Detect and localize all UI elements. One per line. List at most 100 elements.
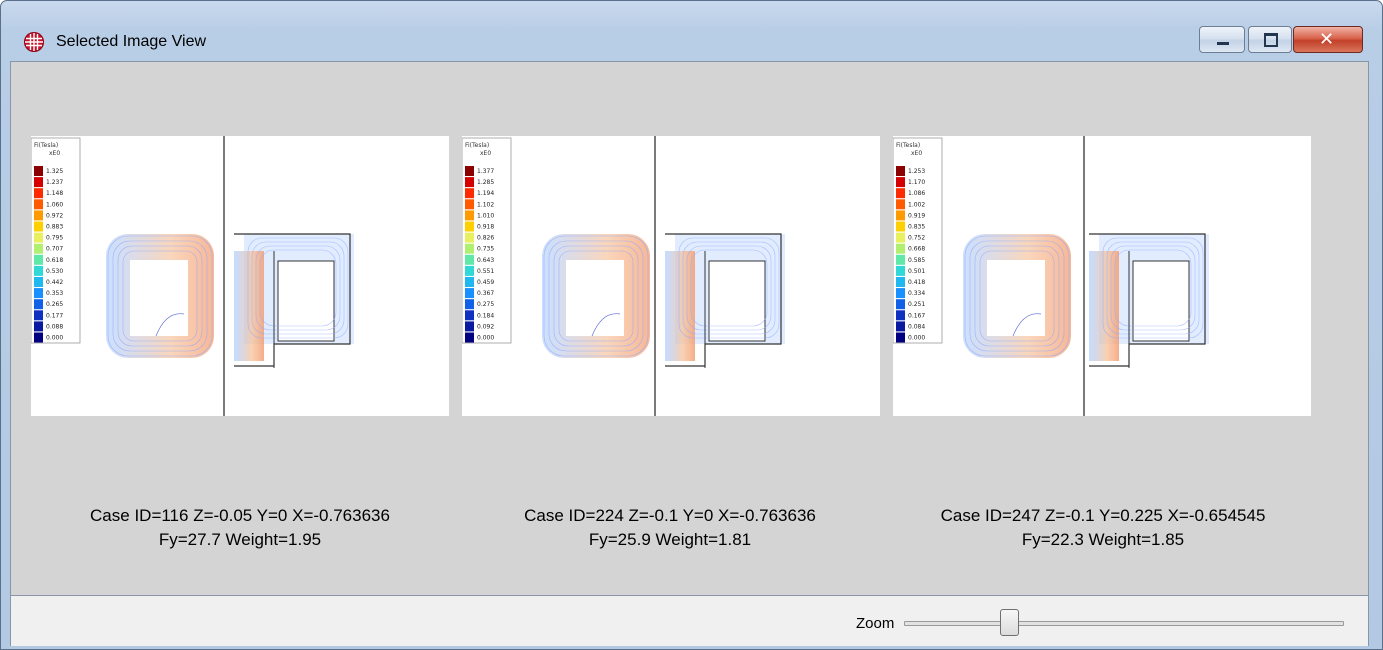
- legend-swatch: [34, 166, 43, 176]
- legend-value: 0.918: [477, 224, 494, 231]
- field-plot-left-core: [542, 234, 650, 358]
- field-plot-left-core: [963, 234, 1071, 358]
- caption-line-1: Case ID=224 Z=-0.1 Y=0 X=-0.763636: [524, 506, 816, 525]
- legend-value: 0.367: [477, 290, 494, 297]
- legend-value: 1.086: [908, 190, 925, 197]
- legend-swatch: [896, 332, 905, 343]
- legend-swatch: [465, 299, 474, 310]
- legend-swatch: [896, 177, 905, 188]
- legend-swatch: [34, 188, 43, 199]
- legend-value: 1.285: [477, 179, 494, 186]
- field-plot-left-core: [106, 234, 214, 358]
- legend-swatch: [896, 232, 905, 243]
- field-plot-right-core: [1089, 233, 1209, 368]
- legend-value: 0.177: [46, 312, 63, 319]
- result-caption-3: Case ID=247 Z=-0.1 Y=0.225 X=-0.654545 F…: [888, 504, 1318, 552]
- legend-swatch: [896, 221, 905, 232]
- legend-value: 0.835: [908, 224, 925, 231]
- legend-title: Fi(Tesla): [34, 142, 58, 149]
- legend-swatch: [896, 166, 905, 176]
- result-image-1[interactable]: Fi(Tesla) xE0 1.325 1.237 1.148 1.060 0.972 0.8…: [31, 136, 449, 416]
- legend-swatch: [34, 254, 43, 265]
- legend-scale: xE0: [480, 150, 491, 157]
- legend-swatch: [34, 232, 43, 243]
- legend-value: 0.618: [46, 257, 63, 264]
- zoom-label: Zoom: [856, 615, 895, 632]
- legend-value: 0.735: [477, 246, 494, 253]
- caption-line-1: Case ID=116 Z=-0.05 Y=0 X=-0.763636: [90, 506, 390, 525]
- legend-title: Fi(Tesla): [896, 142, 920, 149]
- legend-swatch: [465, 288, 474, 299]
- field-plot-right-core: [665, 233, 785, 368]
- legend-swatch: [34, 199, 43, 210]
- legend-value: 0.585: [908, 257, 925, 264]
- legend-value: 0.167: [908, 312, 925, 319]
- legend-value: 1.010: [477, 212, 494, 219]
- caption-line-1: Case ID=247 Z=-0.1 Y=0.225 X=-0.654545: [940, 506, 1266, 525]
- legend-value: 0.752: [908, 235, 925, 242]
- caption-line-2: Fy=25.9 Weight=1.81: [588, 530, 752, 549]
- legend-value: 0.000: [908, 335, 925, 342]
- minimize-button[interactable]: [1199, 26, 1245, 53]
- legend-swatch: [896, 288, 905, 299]
- caption-line-2: Fy=22.3 Weight=1.85: [1021, 530, 1185, 549]
- legend-value: 0.643: [477, 257, 494, 264]
- legend-value: 0.265: [46, 301, 63, 308]
- close-button[interactable]: ✕: [1293, 26, 1363, 53]
- legend-value: 0.795: [46, 235, 63, 242]
- grid-app-icon: [24, 32, 44, 52]
- legend-swatch: [896, 265, 905, 276]
- legend-swatch: [896, 210, 905, 221]
- legend-value: 0.353: [46, 290, 63, 297]
- window-title: Selected Image View: [56, 33, 207, 50]
- legend-swatch: [465, 166, 474, 176]
- legend-swatch: [896, 277, 905, 287]
- legend-value: 0.919: [908, 212, 925, 219]
- legend-swatch: [465, 277, 474, 287]
- legend-swatch: [465, 188, 474, 199]
- legend-swatch: [465, 310, 474, 321]
- legend-value: 0.883: [46, 224, 63, 231]
- legend-value: 0.000: [46, 335, 63, 342]
- zoom-slider-thumb[interactable]: [1000, 609, 1020, 636]
- legend-swatch: [465, 232, 474, 243]
- legend-value: 0.668: [908, 246, 925, 253]
- legend-value: 0.501: [908, 268, 925, 275]
- legend-value: 0.707: [46, 246, 63, 253]
- legend-value: 1.237: [46, 179, 63, 186]
- legend-value: 0.092: [477, 323, 494, 330]
- maximize-button[interactable]: [1248, 26, 1292, 53]
- legend-swatch: [465, 321, 474, 332]
- legend-swatch: [896, 199, 905, 210]
- legend-swatch: [465, 254, 474, 265]
- title-bar[interactable]: Selected Image View ✕: [1, 1, 1382, 61]
- legend-swatch: [465, 210, 474, 221]
- legend-scale: xE0: [49, 150, 60, 157]
- maximize-icon: [1264, 33, 1278, 47]
- legend-value: 1.194: [477, 190, 494, 197]
- legend-swatch: [465, 332, 474, 343]
- result-image-3[interactable]: Fi(Tesla) xE0 1.253 1.170 1.086 1.002 0.919 0.8…: [893, 136, 1311, 416]
- legend-value: 0.334: [908, 290, 925, 297]
- legend-swatch: [34, 288, 43, 299]
- legend-title: Fi(Tesla): [465, 142, 489, 149]
- legend-value: 0.459: [477, 279, 494, 286]
- legend-value: 0.275: [477, 301, 494, 308]
- legend-swatch: [34, 332, 43, 343]
- legend-swatch: [896, 321, 905, 332]
- legend-swatch: [896, 188, 905, 199]
- legend-value: 0.551: [477, 268, 494, 275]
- zoom-slider-track[interactable]: [904, 621, 1344, 626]
- legend: Fi(Tesla)xE0 1.377 1.285 1.194 1.102 1.010 0.9…: [462, 137, 512, 344]
- legend-value: 0.826: [477, 235, 494, 242]
- legend-value: 1.170: [908, 179, 925, 186]
- legend-swatch: [34, 299, 43, 310]
- legend-swatch: [34, 177, 43, 188]
- legend-value: 0.000: [477, 335, 494, 342]
- legend-swatch: [34, 277, 43, 287]
- legend: Fi(Tesla)xE0 1.325 1.237 1.148 1.060 0.972 0.8…: [31, 137, 81, 344]
- legend-value: 0.184: [477, 312, 494, 319]
- result-image-2[interactable]: Fi(Tesla) xE0 1.377 1.285 1.194 1.102 1.010 0.9…: [462, 136, 880, 416]
- legend-swatch: [34, 310, 43, 321]
- legend-value: 0.530: [46, 268, 63, 275]
